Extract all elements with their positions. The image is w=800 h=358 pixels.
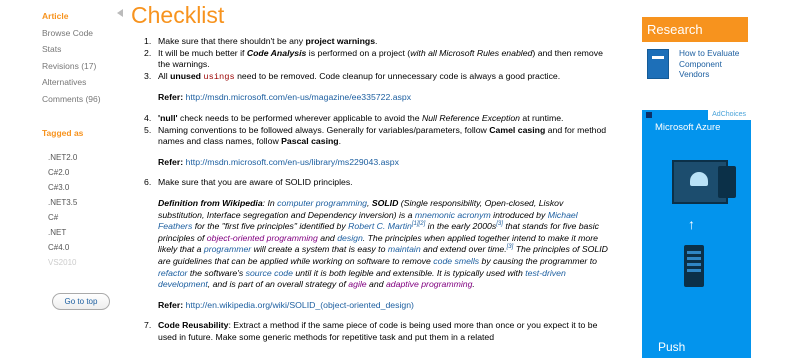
reference-line: Refer: http://msdn.microsoft.com/en-us/l… bbox=[158, 156, 399, 167]
go-to-top-button[interactable]: Go to top bbox=[52, 293, 110, 310]
ad-headline: Push bbox=[658, 340, 686, 354]
tag[interactable]: C#3.0 bbox=[48, 180, 77, 195]
list-item: 6. Make sure that you are aware of SOLID… bbox=[144, 177, 353, 188]
nav-comments[interactable]: Comments (96) bbox=[42, 91, 101, 108]
tag[interactable]: VS2010 bbox=[48, 255, 77, 270]
citation[interactable]: [3] bbox=[496, 221, 503, 227]
advertisement[interactable]: AdChoices Microsoft Azure ↑ Push bbox=[642, 110, 751, 358]
adchoices-label[interactable]: AdChoices bbox=[708, 110, 751, 120]
list-item: 7. Code Reusability: Extract a method if… bbox=[144, 320, 598, 342]
list-item: 1. Make sure that there shouldn't be any… bbox=[144, 36, 378, 46]
reference-line: Refer: http://msdn.microsoft.com/en-us/m… bbox=[158, 92, 412, 103]
list-item: 5. Naming conventions to be followed alw… bbox=[144, 124, 607, 147]
nav-browse-code[interactable]: Browse Code bbox=[42, 25, 101, 42]
tag[interactable]: .NET2.0 bbox=[48, 150, 77, 165]
phone-icon bbox=[718, 166, 736, 198]
reference-line: Refer: http://en.wikipedia.org/wiki/SOLI… bbox=[158, 299, 414, 310]
wiki-link[interactable]: mnemonic acronym bbox=[415, 210, 491, 220]
reference-link[interactable]: http://msdn.microsoft.com/en-us/magazine… bbox=[186, 92, 412, 102]
list-item: 2. It will be much better if Code Analys… bbox=[144, 47, 603, 70]
tag[interactable]: .NET3.5 bbox=[48, 195, 77, 210]
wiki-link[interactable]: Robert C. Martin bbox=[348, 221, 412, 231]
wiki-link[interactable]: agile bbox=[348, 279, 366, 289]
wiki-link[interactable]: maintain bbox=[388, 244, 421, 254]
page-title: Checklist bbox=[131, 2, 225, 28]
wiki-link[interactable]: source code bbox=[246, 268, 293, 278]
wiki-link[interactable]: code smells bbox=[433, 256, 479, 266]
reference-link[interactable]: http://en.wikipedia.org/wiki/SOLID_(obje… bbox=[186, 300, 414, 310]
article-nav: Article Browse Code Stats Revisions (17)… bbox=[42, 8, 101, 107]
server-icon bbox=[684, 245, 704, 287]
nav-alternatives[interactable]: Alternatives bbox=[42, 74, 101, 91]
list-item: 4. 'null' check needs to be performed wh… bbox=[144, 112, 564, 123]
close-icon[interactable] bbox=[646, 112, 652, 118]
active-indicator-icon bbox=[117, 9, 123, 17]
research-heading: Research bbox=[642, 17, 748, 42]
tag-list: .NET2.0 C#2.0 C#3.0 .NET3.5 C# .NET C#4.… bbox=[48, 150, 77, 270]
left-sidebar: Article Browse Code Stats Revisions (17)… bbox=[0, 0, 123, 358]
checklist-content: 1. Make sure that there shouldn't be any… bbox=[131, 36, 611, 343]
nav-stats[interactable]: Stats bbox=[42, 41, 101, 58]
arrow-up-icon: ↑ bbox=[688, 216, 695, 232]
research-link[interactable]: How to Evaluate Component Vendors bbox=[679, 48, 749, 80]
wiki-link[interactable]: object-oriented programming bbox=[207, 233, 318, 243]
ad-brand: Microsoft Azure bbox=[655, 122, 721, 133]
inline-code: usings bbox=[203, 71, 235, 82]
tagged-as-heading: Tagged as bbox=[42, 128, 84, 138]
wiki-link[interactable]: programmer bbox=[204, 244, 251, 254]
book-icon bbox=[647, 49, 669, 79]
tag[interactable]: C#4.0 bbox=[48, 240, 77, 255]
tag[interactable]: C# bbox=[48, 210, 77, 225]
wiki-link[interactable]: computer programming bbox=[277, 198, 367, 208]
wiki-link[interactable]: refactor bbox=[158, 268, 187, 278]
citation[interactable]: [1][2] bbox=[412, 221, 425, 227]
wiki-link[interactable]: design bbox=[337, 233, 363, 243]
reference-link[interactable]: http://msdn.microsoft.com/en-us/library/… bbox=[186, 157, 399, 167]
nav-revisions[interactable]: Revisions (17) bbox=[42, 58, 101, 75]
tag[interactable]: .NET bbox=[48, 225, 77, 240]
solid-definition: Definition from Wikipedia: In computer p… bbox=[158, 197, 608, 290]
wiki-link[interactable]: adaptive programming bbox=[386, 279, 472, 289]
nav-article[interactable]: Article bbox=[42, 8, 101, 25]
list-item: 3. All unused usings need to be removed.… bbox=[144, 70, 561, 82]
tag[interactable]: C#2.0 bbox=[48, 165, 77, 180]
